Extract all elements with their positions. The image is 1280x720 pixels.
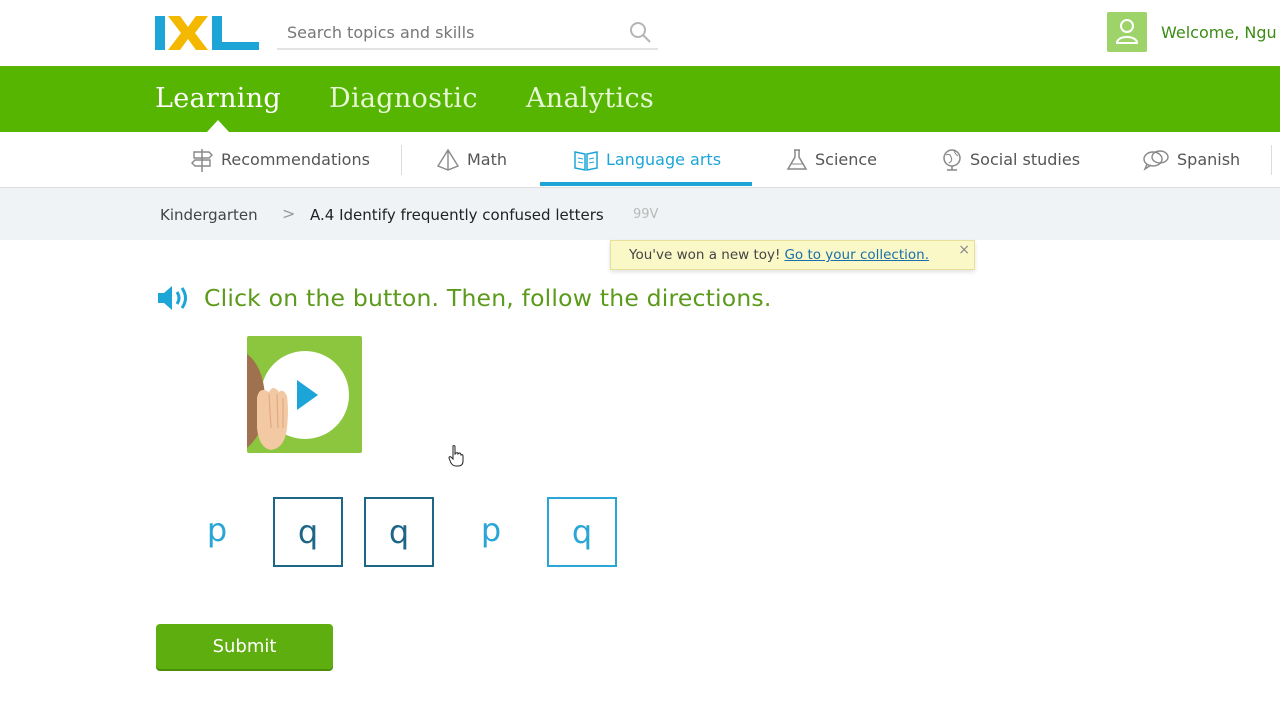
signpost-icon (191, 148, 213, 172)
subject-nav: Recommendations Math Language arts Scien… (0, 132, 1280, 188)
search-icon[interactable] (628, 20, 652, 44)
pyramid-icon (436, 148, 460, 171)
subnav-label: Social studies (970, 150, 1081, 169)
welcome-text[interactable]: Welcome, Ngu (1161, 23, 1277, 42)
subnav-label: Math (467, 150, 508, 169)
tab-analytics[interactable]: Analytics (526, 83, 654, 114)
collection-link[interactable]: Go to your collection. (784, 247, 929, 263)
top-header: Welcome, Ngu (0, 0, 1280, 66)
question-prompt: Click on the button. Then, follow the di… (204, 284, 772, 312)
ixl-logo[interactable] (155, 14, 259, 52)
subnav-item-science[interactable]: Science (786, 132, 877, 187)
active-tab-indicator (207, 120, 229, 132)
tab-learning[interactable]: Learning (155, 83, 281, 114)
notification-message: You've won a new toy! (629, 247, 781, 263)
divider (1271, 145, 1272, 175)
speech-bubbles-icon (1143, 149, 1169, 171)
play-audio-button[interactable] (247, 336, 362, 453)
subnav-label: Spanish (1177, 150, 1241, 169)
subnav-item-recommendations[interactable]: Recommendations (190, 132, 370, 187)
letter-option[interactable]: p (456, 497, 526, 567)
subnav-item-math[interactable]: Math (436, 132, 507, 187)
letter-option-selected[interactable]: q (273, 497, 343, 567)
tab-diagnostic[interactable]: Diagnostic (329, 83, 478, 114)
chevron-right-icon: > (282, 204, 296, 223)
main-nav: Learning Diagnostic Analytics (0, 66, 1280, 132)
subnav-item-spanish[interactable]: Spanish (1142, 132, 1240, 187)
active-subject-underline (540, 182, 752, 186)
reward-notification: You've won a new toy! Go to your collecti… (610, 240, 975, 270)
speaker-icon[interactable] (156, 284, 192, 312)
skill-code: 99V (633, 207, 659, 222)
subnav-item-language-arts[interactable]: Language arts (573, 132, 721, 187)
submit-button[interactable]: Submit (156, 624, 333, 669)
breadcrumb-skill: A.4 Identify frequently confused letters (310, 206, 604, 224)
subnav-item-social-studies[interactable]: Social studies (941, 132, 1080, 187)
letter-option-selected[interactable]: q (364, 497, 434, 567)
breadcrumb: Kindergarten > A.4 Identify frequently c… (0, 188, 1280, 240)
flask-icon (786, 148, 808, 170)
globe-icon (943, 148, 961, 171)
book-icon (574, 150, 598, 171)
divider (401, 145, 402, 175)
notification-text: You've won a new toy! Go to your collecti… (629, 247, 929, 263)
mouse-pointer-icon (448, 445, 464, 467)
search-input[interactable] (285, 20, 609, 44)
subnav-label: Language arts (606, 150, 722, 169)
subnav-label: Recommendations (221, 150, 370, 169)
close-icon[interactable]: × (958, 242, 970, 258)
breadcrumb-grade[interactable]: Kindergarten (160, 206, 258, 224)
avatar[interactable] (1107, 12, 1147, 52)
letter-option[interactable]: p (182, 497, 252, 567)
search-box[interactable] (277, 14, 658, 50)
user-icon (1115, 19, 1139, 44)
subnav-label: Science (815, 150, 878, 169)
letter-option-selected[interactable]: q (547, 497, 617, 567)
